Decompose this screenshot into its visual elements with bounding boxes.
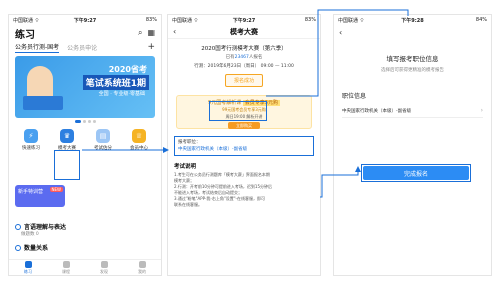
highlight-box-register xyxy=(209,101,267,121)
grid-item-score-estimate[interactable]: ▤ 考试估分 xyxy=(88,129,118,151)
battery-text: 84% xyxy=(475,17,488,23)
banner-book-illustration xyxy=(23,96,63,110)
grid-item-label: 快速练习 xyxy=(22,146,40,151)
complete-registration-button[interactable]: 完成报名 xyxy=(363,166,469,180)
signup-count: 23467 xyxy=(234,55,249,60)
new-badge: NEW xyxy=(49,187,63,192)
banner-line2: 笔试系统班1期 xyxy=(82,75,149,90)
bottom-tabbar: 练习 课程 发现 我的 xyxy=(9,259,161,275)
position-select-value: 中央国家行政机关（本级）-副省级 xyxy=(342,108,412,114)
battery-text: 83% xyxy=(145,17,157,23)
grid-item-label: 考试估分 xyxy=(94,146,112,151)
position-select-field[interactable]: 中央国家行政机关（本级）-副省级 › xyxy=(342,104,483,118)
nav-title: 模考大赛 xyxy=(230,27,258,36)
clock-text: 下午9:27 xyxy=(232,17,256,24)
newbie-camp-card[interactable]: 新手特训营 NEW xyxy=(15,185,65,207)
page-subtitle: 选择后可获得更精准的模考报告 xyxy=(381,68,444,73)
page-title: 填写报考职位信息 xyxy=(386,55,439,63)
tab-shenlun[interactable]: 公务员申论 xyxy=(67,43,97,52)
back-arrow-icon[interactable]: ‹ xyxy=(173,27,183,36)
search-icon[interactable]: ⌕ xyxy=(138,28,142,38)
status-bar: 中国联通 ⌔ 下午9:27 83% xyxy=(168,15,320,25)
profile-icon xyxy=(138,260,146,268)
page-title: 练习 xyxy=(15,29,35,41)
grid-item-mock-exam[interactable]: ♛ 模考大赛 xyxy=(52,129,82,151)
phone-practice-screen: 中国联通 ⌔ 下午9:27 83% 练习 ⌕ ▦ 公务员行测-国考 公务员申论 … xyxy=(8,14,162,276)
buy-now-button[interactable]: 立即购买 xyxy=(228,122,260,129)
position-info-box[interactable]: 报考职位： 中央国家行政机关（本级）-副省级 xyxy=(174,136,314,156)
tab-me[interactable]: 我的 xyxy=(138,260,146,275)
position-label: 报考职位： xyxy=(178,140,201,145)
carrier-text: 中国联通 ⌔ xyxy=(338,17,365,24)
phone-mock-exam-screen: 中国联通 ⌔ 下午9:27 83% ‹ 模考大赛 2020国考行测模考大赛（第六… xyxy=(167,14,321,276)
promo-banner[interactable]: 2020省考 笔试系统班1期 全国 · 专业级·零基础 xyxy=(15,56,155,118)
section-verbal[interactable]: 言语理解与表达 xyxy=(15,222,66,231)
expand-circle-icon xyxy=(15,244,21,251)
practice-header: 练习 ⌕ ▦ xyxy=(9,25,161,41)
banner-line3: 全国 · 专业级·零基础 xyxy=(98,91,145,97)
carrier-text: 中国联通 ⌔ xyxy=(172,17,199,24)
clock-text: 下午9:28 xyxy=(401,17,424,24)
tab-xingce[interactable]: 公务员行测-国考 xyxy=(15,42,60,53)
grid-item-member-center[interactable]: ♕ 会员中心 xyxy=(124,129,154,151)
tab-discover[interactable]: 发现 xyxy=(100,260,108,275)
highlight-box-mock-exam xyxy=(54,150,80,180)
exam-name: 2020国考行测模考大赛（第六季） xyxy=(201,46,287,52)
section-title: 数量关系 xyxy=(24,245,49,252)
add-subject-icon[interactable]: + xyxy=(147,42,155,52)
register-status-button[interactable]: 报名成功 xyxy=(225,74,263,87)
crown-icon: ♕ xyxy=(132,129,146,143)
position-value: 中央国家行政机关（本级）-副省级 xyxy=(178,147,248,152)
courses-icon xyxy=(62,260,70,268)
status-bar: 中国联通 ⌔ 下午9:28 84% xyxy=(334,15,491,25)
clock-text: 下午9:27 xyxy=(73,17,97,24)
nav-bar: ‹ xyxy=(334,25,491,39)
highlight-box-submit: 完成报名 xyxy=(361,164,471,182)
lightning-icon: ⚡ xyxy=(24,129,38,143)
section-quantitative[interactable]: 数量关系 xyxy=(15,243,48,252)
practice-icon xyxy=(24,260,32,268)
battery-text: 83% xyxy=(304,17,316,23)
screenshot-root: 中国联通 ⌔ 下午9:27 83% 练习 ⌕ ▦ 公务员行测-国考 公务员申论 … xyxy=(0,0,499,291)
nav-bar: ‹ 模考大赛 xyxy=(168,25,320,39)
chevron-right-icon: › xyxy=(480,107,483,114)
signup-count-line: 已有23467人报名 xyxy=(225,55,263,60)
exam-notes-heading: 考试说明 xyxy=(174,164,197,170)
chart-icon: ▤ xyxy=(96,129,110,143)
grid-item-label: 会员中心 xyxy=(130,146,148,151)
status-bar: 中国联通 ⌔ 下午9:27 83% xyxy=(9,15,161,25)
newbie-camp-title: 新手特训营 xyxy=(18,189,44,195)
back-arrow-icon[interactable]: ‹ xyxy=(339,28,349,37)
grid-menu-icon[interactable]: ▦ xyxy=(147,28,155,38)
carrier-text: 中国联通 ⌔ xyxy=(13,17,40,24)
phone-position-info-screen: 中国联通 ⌔ 下午9:28 84% ‹ 填写报考职位信息 选择后可获得更精准的模… xyxy=(333,14,492,276)
section-title: 言语理解与表达 xyxy=(24,224,67,231)
discover-icon xyxy=(100,260,108,268)
trophy-icon: ♛ xyxy=(60,129,74,143)
exam-time: 行测：2019年6月23日（周日） 09:00 — 11:00 xyxy=(194,64,294,69)
banner-line1: 2020省考 xyxy=(108,65,147,74)
subject-tabs: 公务员行测-国考 公务员申论 + xyxy=(9,41,161,53)
expand-circle-icon xyxy=(15,223,21,230)
tab-courses[interactable]: 课程 xyxy=(62,260,70,275)
feature-grid: ⚡ 快速练习 ♛ 模考大赛 ▤ 考试估分 ♕ 会员中心 xyxy=(13,129,157,151)
banner-pagination xyxy=(9,120,161,123)
exam-notes: 1.考生可在公务员行测题库「模考大赛」界面报名本期 模考大赛； 2.行测：开考前… xyxy=(174,172,272,207)
section-sub: 做题数 0 xyxy=(21,232,39,237)
grid-item-quick-practice[interactable]: ⚡ 快速练习 xyxy=(16,129,46,151)
tab-practice[interactable]: 练习 xyxy=(24,260,32,275)
section-label: 职位信息 xyxy=(342,93,367,100)
